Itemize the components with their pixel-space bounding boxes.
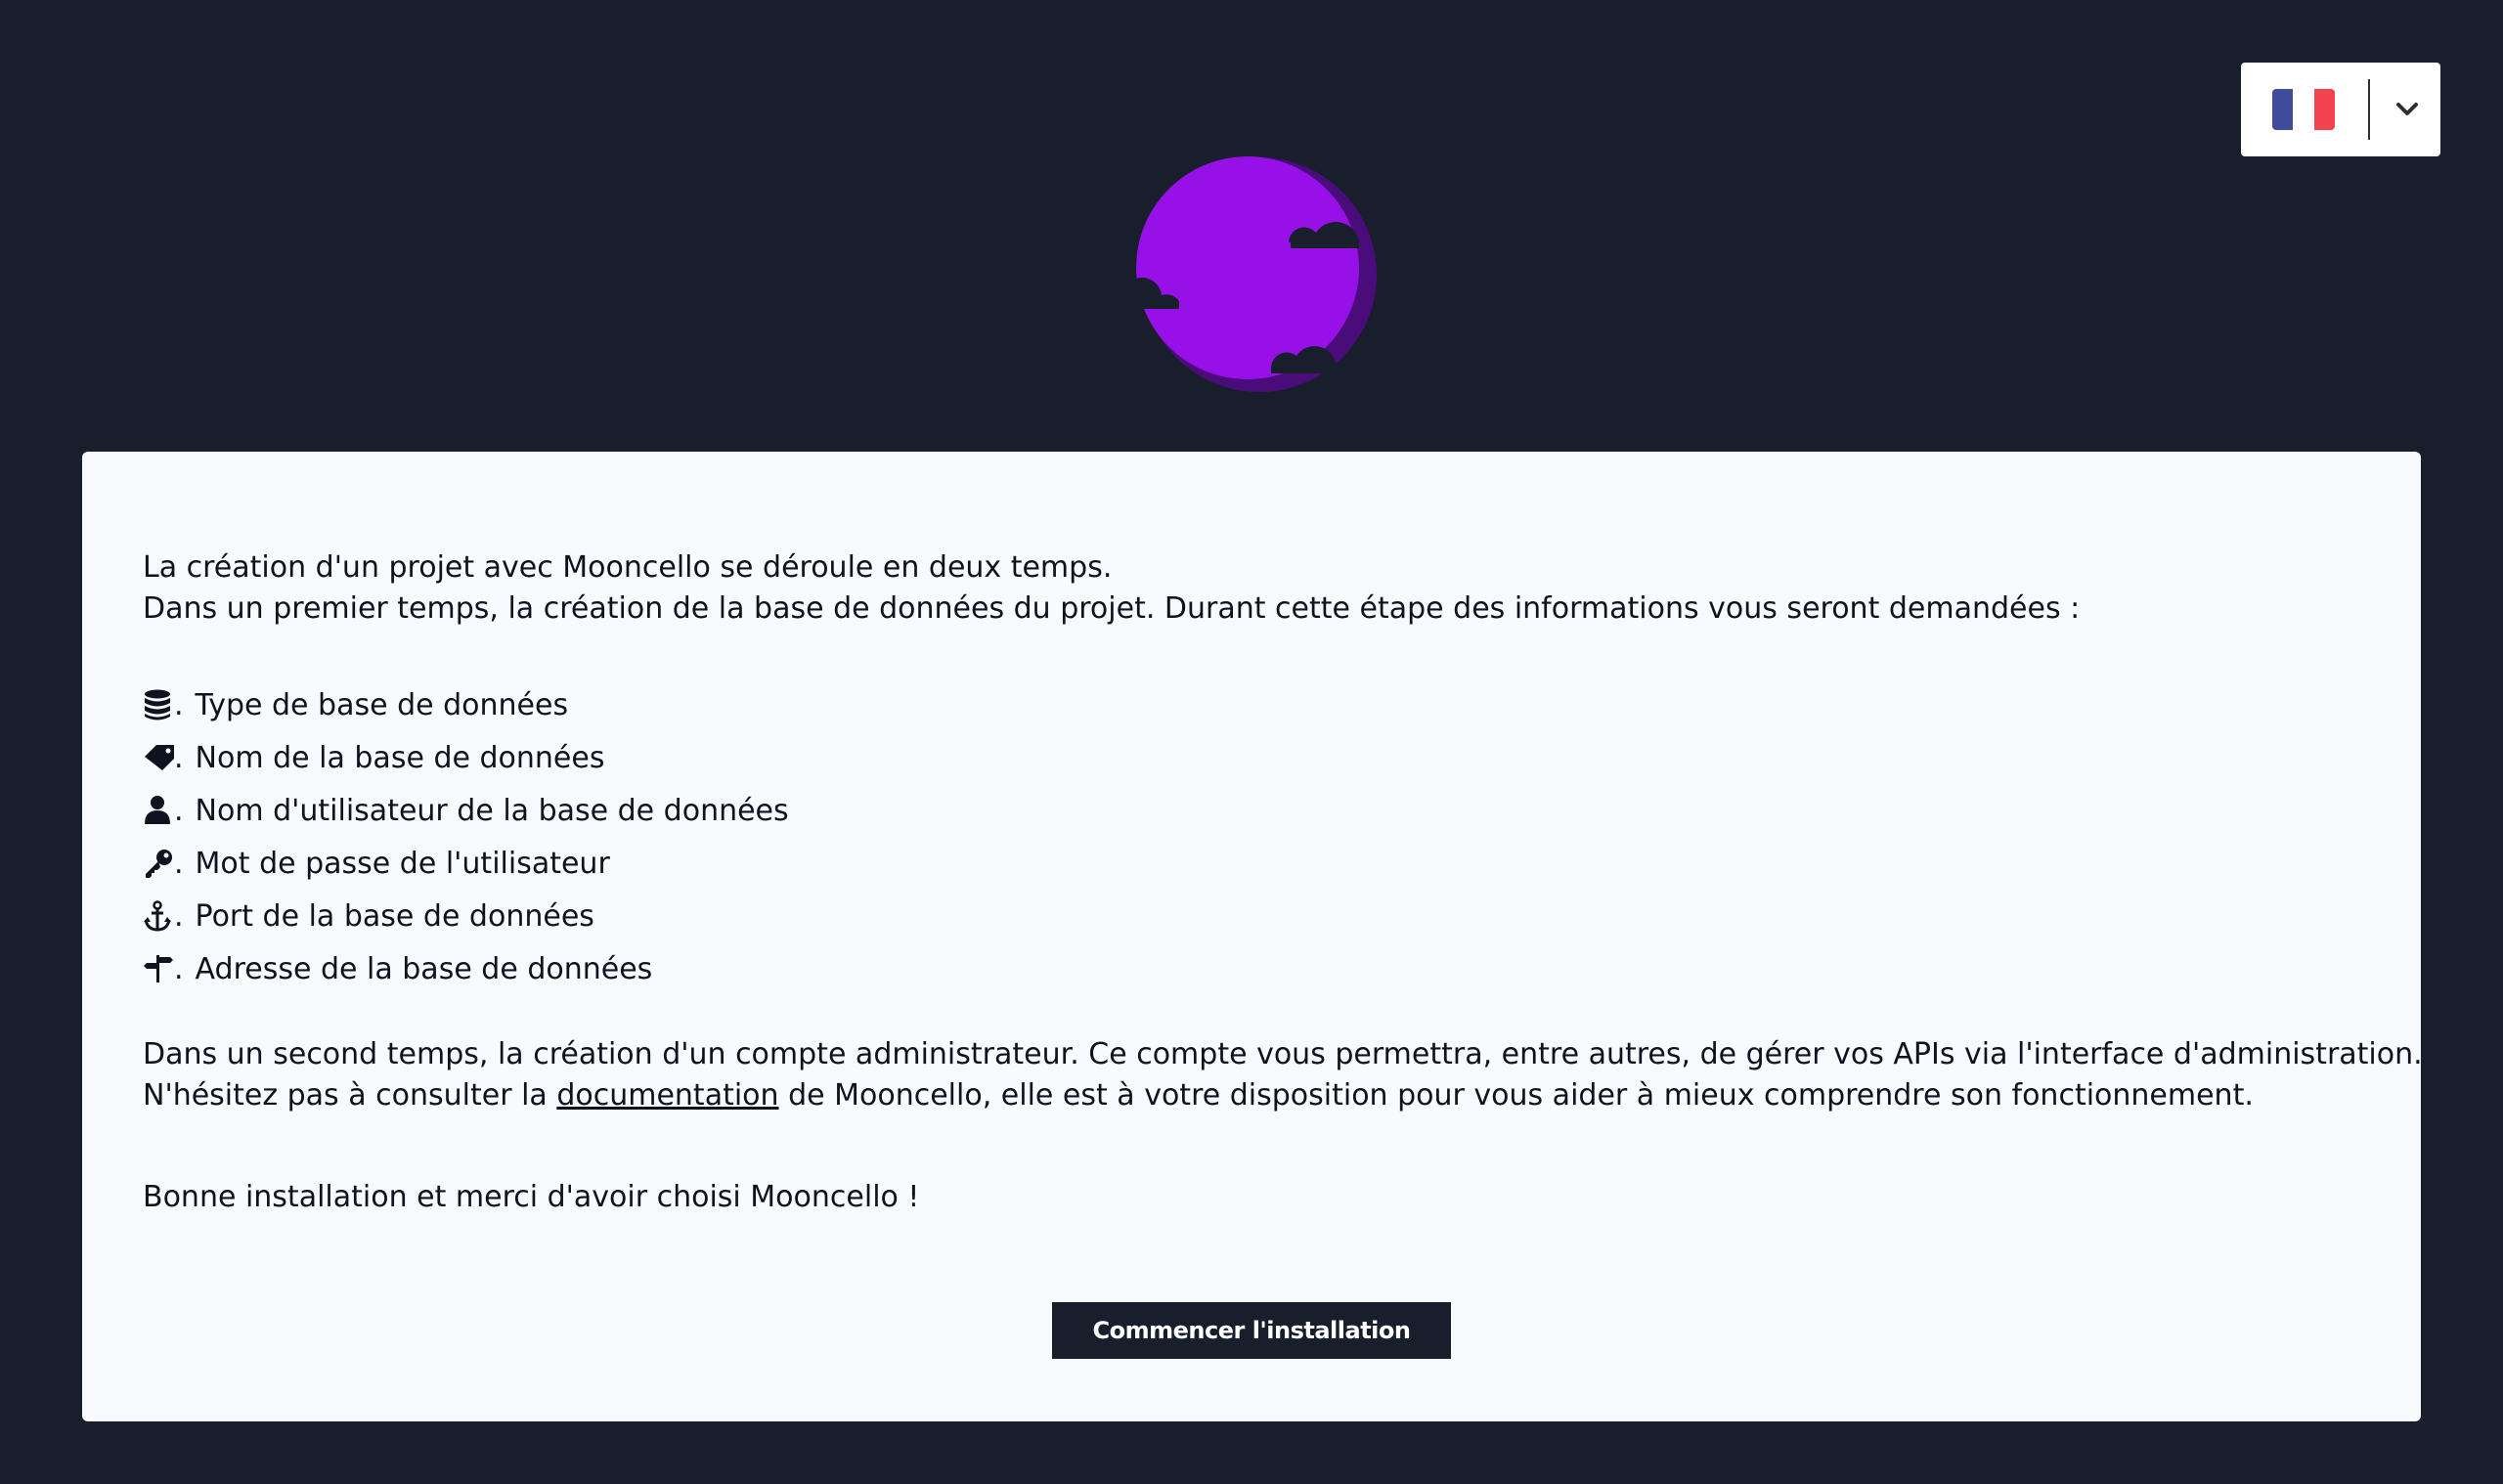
field-label: Type de base de données — [195, 687, 569, 722]
field-label: Mot de passe de l'utilisateur — [195, 846, 610, 881]
anchor-icon — [143, 899, 176, 933]
field-label: Port de la base de données — [195, 898, 594, 934]
france-flag-icon — [2272, 89, 2335, 130]
closing-message: Bonne installation et merci d'avoir choi… — [143, 1180, 920, 1214]
second-step-line-2: N'hésitez pas à consulter la documentati… — [143, 1078, 2254, 1113]
field-label: Nom de la base de données — [195, 740, 605, 775]
intro-card: La création d'un projet avec Mooncello s… — [82, 452, 2423, 1421]
database-icon — [143, 688, 176, 721]
list-item: . Port de la base de données — [143, 890, 2360, 942]
signpost-icon — [143, 952, 176, 985]
key-icon — [143, 847, 176, 880]
mooncello-logo — [1121, 153, 1381, 397]
required-fields-list: . Type de base de données . Nom de la ba… — [143, 678, 2360, 995]
tag-icon — [143, 741, 176, 774]
list-item: . Type de base de données — [143, 678, 2360, 731]
select-divider — [2368, 79, 2370, 140]
user-icon — [143, 794, 176, 827]
language-select[interactable] — [2241, 63, 2440, 156]
intro-line-2: Dans un premier temps, la création de la… — [143, 591, 2081, 626]
list-item: . Mot de passe de l'utilisateur — [143, 837, 2360, 890]
list-item: . Nom d'utilisateur de la base de donnée… — [143, 784, 2360, 837]
start-installation-button[interactable]: Commencer l'installation — [1052, 1302, 1451, 1359]
field-label: Nom d'utilisateur de la base de données — [195, 793, 789, 828]
list-item: . Nom de la base de données — [143, 731, 2360, 784]
second-step-line-1: Dans un second temps, la création d'un c… — [143, 1037, 2423, 1071]
chevron-down-icon[interactable] — [2393, 96, 2421, 123]
field-label: Adresse de la base de données — [195, 951, 653, 986]
intro-line-1: La création d'un projet avec Mooncello s… — [143, 550, 1113, 585]
documentation-link[interactable]: documentation — [556, 1078, 778, 1113]
list-item: . Adresse de la base de données — [143, 942, 2360, 995]
